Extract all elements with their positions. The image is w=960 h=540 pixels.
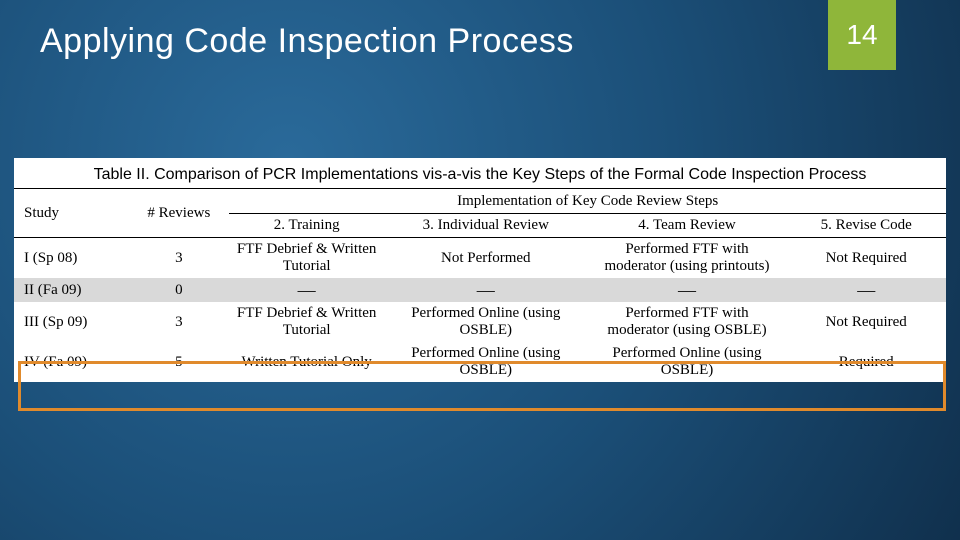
table-container: Table II. Comparison of PCR Implementati… — [14, 158, 946, 382]
cell-study: III (Sp 09) — [14, 302, 128, 342]
header-reviews: # Reviews — [128, 190, 229, 238]
cell-reviews: 0 — [128, 278, 229, 302]
header-impl-group: Implementation of Key Code Review Steps — [229, 190, 946, 214]
cell-team: Performed FTF with moderator (using prin… — [588, 238, 787, 279]
cell-revise: Not Required — [786, 238, 946, 279]
table-row: I (Sp 08) 3 FTF Debrief & Written Tutori… — [14, 238, 946, 279]
cell-team: Performed Online (using OSBLE) — [588, 342, 787, 382]
cell-individual: — — [384, 278, 588, 302]
cell-training: FTF Debrief & Written Tutorial — [229, 302, 384, 342]
cell-individual: Not Performed — [384, 238, 588, 279]
cell-study: I (Sp 08) — [14, 238, 128, 279]
cell-study: IV (Fa 09) — [14, 342, 128, 382]
cell-individual: Performed Online (using OSBLE) — [384, 302, 588, 342]
slide-title: Applying Code Inspection Process — [40, 22, 574, 61]
header-study: Study — [14, 190, 128, 238]
cell-reviews: 3 — [128, 302, 229, 342]
cell-study: II (Fa 09) — [14, 278, 128, 302]
cell-reviews: 5 — [128, 342, 229, 382]
header-team: 4. Team Review — [588, 214, 787, 238]
header-revise: 5. Revise Code — [786, 214, 946, 238]
page-number-badge: 14 — [828, 0, 896, 70]
cell-training: FTF Debrief & Written Tutorial — [229, 238, 384, 279]
cell-individual: Performed Online (using OSBLE) — [384, 342, 588, 382]
table-header-group-row: Study # Reviews Implementation of Key Co… — [14, 190, 946, 214]
table-caption: Table II. Comparison of PCR Implementati… — [14, 158, 946, 189]
header-individual: 3. Individual Review — [384, 214, 588, 238]
cell-training: Written Tutorial Only — [229, 342, 384, 382]
cell-training: — — [229, 278, 384, 302]
cell-revise: Not Required — [786, 302, 946, 342]
header-training: 2. Training — [229, 214, 384, 238]
table-row: III (Sp 09) 3 FTF Debrief & Written Tuto… — [14, 302, 946, 342]
table-row-highlighted: IV (Fa 09) 5 Written Tutorial Only Perfo… — [14, 342, 946, 382]
cell-team: Performed FTF with moderator (using OSBL… — [588, 302, 787, 342]
cell-reviews: 3 — [128, 238, 229, 279]
cell-revise: — — [786, 278, 946, 302]
comparison-table: Study # Reviews Implementation of Key Co… — [14, 189, 946, 382]
table-row: II (Fa 09) 0 — — — — — [14, 278, 946, 302]
cell-team: — — [588, 278, 787, 302]
cell-revise: Required — [786, 342, 946, 382]
